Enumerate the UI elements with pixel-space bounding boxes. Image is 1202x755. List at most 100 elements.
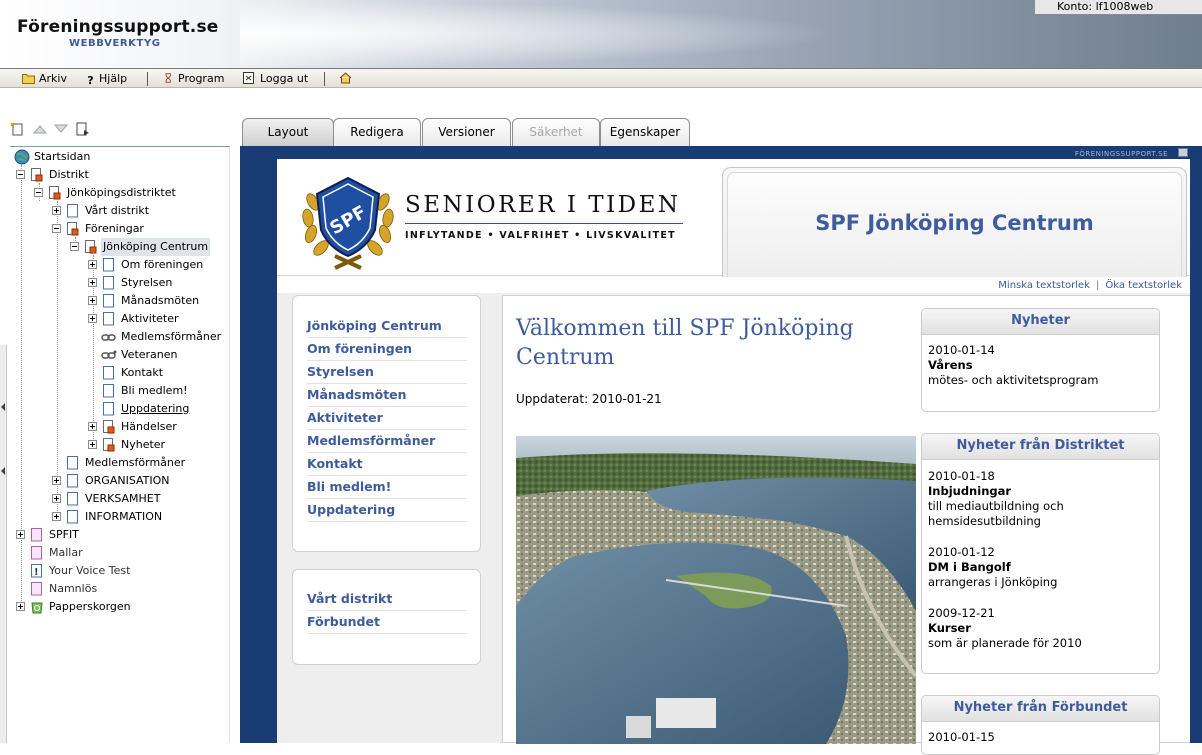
increase-text-size-link[interactable]: Öka textstorlek: [1105, 280, 1182, 291]
app-header: Föreningssupport.se WEBBVERKTYG Konto: l…: [0, 0, 1202, 68]
news-item[interactable]: 2010-01-14 Vårens mötes- och aktivitetsp…: [928, 343, 1099, 388]
expand-icon[interactable]: [52, 512, 61, 521]
brand-title: Föreningssupport.se: [17, 17, 219, 37]
district-news-item[interactable]: 2009-12-21 Kurser som är planerade för 2…: [928, 606, 1082, 651]
nav-manadsmoten[interactable]: Månadsmöten: [307, 384, 467, 407]
news-title: Vårens: [928, 358, 973, 372]
tree-node-label: Kontakt: [121, 366, 164, 379]
site-body: Jönköping Centrum Om föreningen Styrelse…: [277, 293, 1190, 755]
news-date: 2010-01-18: [928, 469, 995, 483]
header-decoration: [240, 0, 840, 68]
nav-uppdatering[interactable]: Uppdatering: [307, 499, 467, 522]
tree-node-label: Your Voice Test: [49, 564, 131, 577]
expand-icon[interactable]: [88, 260, 97, 269]
nav-vart-distrikt[interactable]: Vårt distrikt: [307, 588, 467, 611]
folder-page-icon: [31, 168, 43, 182]
expand-icon[interactable]: [52, 494, 61, 503]
nav-kontakt[interactable]: Kontakt: [307, 453, 467, 476]
collapse-arrow-icon[interactable]: [1, 403, 5, 411]
spf-laurel-emblem-icon: SPF: [302, 176, 394, 270]
tree-node-label: Aktiviteter: [121, 312, 179, 325]
expand-icon[interactable]: [88, 440, 97, 449]
nav-aktiviteter[interactable]: Aktiviteter: [307, 407, 467, 430]
new-page-icon[interactable]: [10, 122, 26, 136]
primary-nav: Jönköping Centrum Om föreningen Styrelse…: [292, 295, 481, 552]
expand-icon[interactable]: [52, 476, 61, 485]
expand-icon[interactable]: [16, 602, 25, 611]
expand-icon[interactable]: [88, 314, 97, 323]
tree-node-label: Veteranen: [121, 348, 178, 361]
page-icon: [31, 582, 42, 596]
news-title: Inbjudningar: [928, 484, 1012, 498]
archive-menu[interactable]: Arkiv: [22, 71, 67, 87]
brand-subtitle: WEBBVERKTYG: [69, 38, 161, 49]
folder-page-icon: [103, 438, 115, 452]
move-down-icon[interactable]: [53, 122, 69, 136]
home-button[interactable]: [339, 71, 356, 87]
district-news-item[interactable]: 2010-01-18 Inbjudningar till mediautbild…: [928, 469, 1064, 529]
news-date: 2010-01-14: [928, 343, 995, 357]
tab-sakerhet: Säkerhet: [512, 118, 600, 146]
page-icon: [103, 258, 114, 272]
tree-node-label: ORGANISATION: [85, 474, 170, 487]
federation-news-box: Nyheter från Förbundet 2010-01-15: [921, 695, 1160, 755]
program-menu[interactable]: Program: [164, 71, 224, 87]
collapse-arrow-icon[interactable]: [1, 467, 5, 475]
tree-node-label: Jönköpingsdistriktet: [67, 186, 176, 199]
org-title-box-inner: SPF Jönköping Centrum: [727, 172, 1182, 277]
expand-icon[interactable]: [88, 422, 97, 431]
hourglass-icon: [165, 73, 171, 83]
district-news-item[interactable]: 2010-01-12 DM i Bangolf arrangeras i Jön…: [928, 545, 1057, 590]
nav-styrelsen[interactable]: Styrelsen: [307, 361, 467, 384]
warning-page-icon: !: [31, 564, 42, 578]
expand-icon[interactable]: [88, 278, 97, 287]
main-content: Välkommen till SPF Jönköping Centrum Upp…: [502, 295, 1190, 755]
expand-icon[interactable]: [88, 296, 97, 305]
nav-medlemsformaner[interactable]: Medlemsförmåner: [307, 430, 467, 453]
main-toolbar: Arkiv ? Hjälp Program Logga ut: [0, 68, 1202, 88]
folder-icon: [22, 74, 35, 84]
tree-node-label: Medlemsförmåner: [121, 330, 222, 343]
collapse-icon[interactable]: [52, 224, 61, 233]
tab-egenskaper[interactable]: Egenskaper: [600, 118, 690, 146]
nav-bli-medlem[interactable]: Bli medlem!: [307, 476, 467, 499]
news-box: Nyheter 2010-01-14 Vårens mötes- och akt…: [921, 308, 1160, 412]
tree-node-label: INFORMATION: [85, 510, 163, 523]
tree-node-label: VERKSAMHET: [85, 492, 161, 505]
nav-om-foreningen[interactable]: Om föreningen: [307, 338, 467, 361]
expand-icon[interactable]: [16, 530, 25, 539]
collapse-icon[interactable]: [34, 188, 43, 197]
tree-node-label: Vårt distrikt: [85, 204, 150, 217]
question-icon: ?: [87, 74, 94, 87]
tree-node-label: Om föreningen: [121, 258, 204, 271]
site-preview: SPF SENIORER I TIDEN INFLYTANDE • VALFRI…: [277, 159, 1190, 755]
org-title: SPF Jönköping Centrum: [815, 211, 1094, 235]
folder-page-icon: [67, 222, 79, 236]
aerial-city-photo: [516, 436, 916, 744]
decrease-text-size-link[interactable]: Minska textstorlek: [998, 280, 1090, 291]
archive-label: Arkiv: [39, 72, 67, 85]
news-title: DM i Bangolf: [928, 560, 1011, 574]
move-up-icon[interactable]: [32, 122, 48, 136]
toolbar-divider: [147, 72, 148, 86]
nav-forbundet[interactable]: Förbundet: [307, 611, 467, 634]
tab-layout[interactable]: Layout: [242, 118, 334, 146]
logout-menu[interactable]: Logga ut: [243, 71, 308, 87]
org-title-box: SPF Jönköping Centrum: [722, 167, 1187, 277]
news-text: som är planerade för 2010: [928, 636, 1082, 650]
tab-versioner[interactable]: Versioner: [422, 118, 511, 146]
district-news-title: Nyheter från Distriktet: [922, 434, 1159, 460]
help-menu[interactable]: ? Hjälp: [86, 71, 127, 87]
home-icon: [339, 72, 352, 84]
collapse-icon[interactable]: [16, 170, 25, 179]
page-properties-icon[interactable]: [75, 122, 91, 136]
edit-page-icon[interactable]: [1178, 148, 1188, 157]
page-icon: [67, 204, 78, 218]
tab-redigera[interactable]: Redigera: [333, 118, 421, 146]
panel-resize-handle[interactable]: [0, 345, 7, 743]
tree-node-label: Medlemsförmåner: [85, 456, 186, 469]
news-text: till mediautbildning och: [928, 499, 1064, 513]
nav-jonkoping-centrum[interactable]: Jönköping Centrum: [307, 315, 467, 338]
collapse-icon[interactable]: [70, 242, 79, 251]
expand-icon[interactable]: [52, 206, 61, 215]
